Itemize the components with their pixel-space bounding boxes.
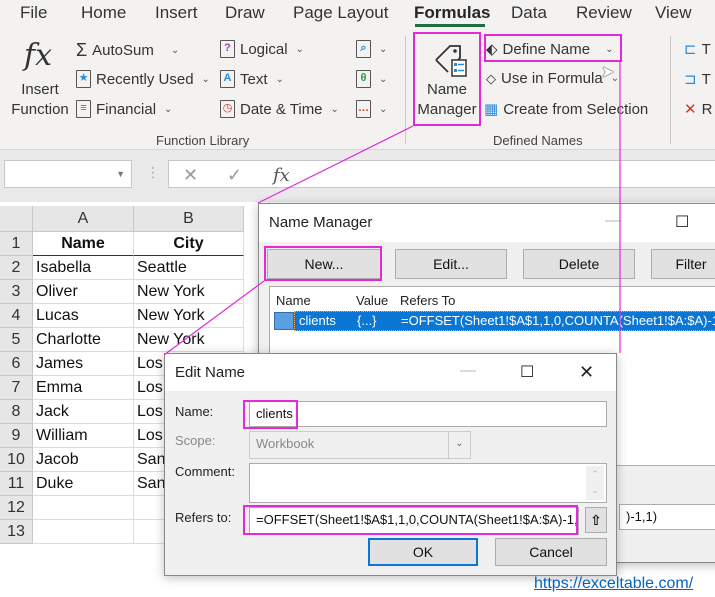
mouse-cursor-icon: ➤ [601, 64, 615, 81]
connector-line [163, 280, 265, 356]
watermark-link[interactable]: https://exceltable.com/ [534, 575, 693, 593]
screen: File Home Insert Draw Page Layout Formul… [0, 0, 715, 597]
connector-line [257, 125, 414, 204]
annotation-lines [163, 62, 621, 356]
